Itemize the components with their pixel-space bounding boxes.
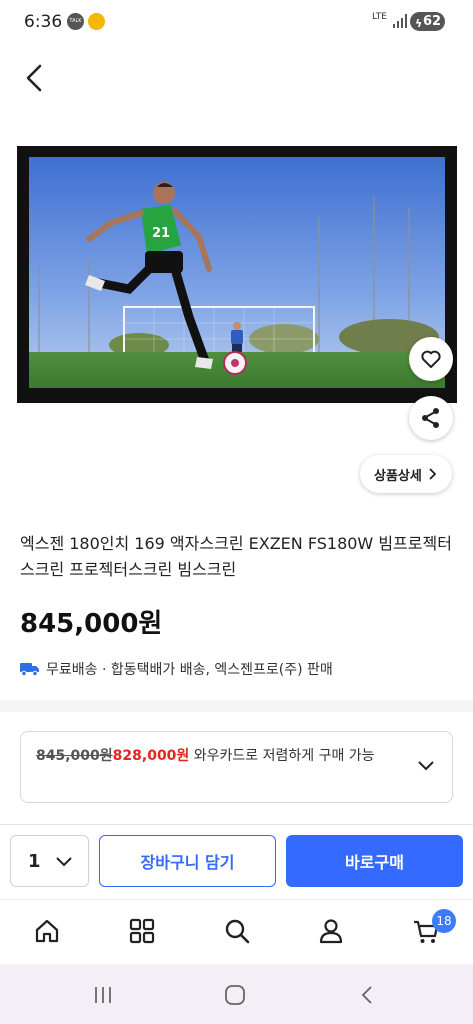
chevron-right-icon (429, 468, 437, 480)
heart-icon (421, 350, 441, 368)
purchase-bar-divider (0, 824, 473, 825)
share-icon (422, 408, 439, 428)
battery-level: 62 (423, 14, 442, 29)
recent-apps-button[interactable] (88, 982, 118, 1008)
chevron-down-icon (418, 761, 434, 771)
nav-search[interactable] (219, 913, 255, 949)
original-price: 845,000원 (36, 748, 113, 764)
search-icon (225, 919, 250, 944)
wishlist-button[interactable] (409, 337, 453, 381)
card-offer-message: 와우카드로 저렴하게 구매 가능 (189, 748, 375, 764)
network-type: LTE (372, 12, 387, 22)
chevron-down-icon (56, 857, 72, 867)
shipping-text: 무료배송 · 합동택배가 배송, 엑스젠프로(주) 판매 (46, 662, 333, 678)
nav-home[interactable] (29, 913, 65, 949)
charging-icon: ϟ (415, 17, 423, 30)
home-circle-icon (225, 985, 245, 1005)
svg-text:21: 21 (152, 226, 170, 241)
delivery-truck-icon (20, 663, 39, 677)
card-offer-text: 845,000원828,000원 와우카드로 저렴하게 구매 가능 (36, 746, 402, 766)
product-price: 845,000원 (20, 609, 163, 639)
nav-category[interactable] (124, 913, 160, 949)
section-divider (0, 700, 473, 712)
product-title: 엑스젠 180인치 169 액자스크린 EXZEN FS180W 빔프로젝터스크… (20, 534, 452, 579)
category-icon (129, 918, 155, 944)
home-icon (35, 919, 59, 943)
system-navigation-bar (0, 964, 473, 1024)
cart-count-badge: 18 (432, 909, 456, 933)
home-system-button[interactable] (220, 982, 250, 1008)
product-detail-label: 상품상세 (374, 468, 422, 484)
product-detail-button[interactable]: 상품상세 (360, 455, 452, 493)
signal-icon (393, 14, 407, 28)
discounted-price: 828,000원 (112, 748, 190, 764)
shipping-info: 무료배송 · 합동택배가 배송, 엑스젠프로(주) 판매 (20, 659, 333, 679)
status-time: 6:36 (24, 12, 63, 32)
soccer-scene: 21 (29, 157, 445, 388)
back-button[interactable] (20, 58, 52, 98)
notification-app-icon (88, 13, 105, 30)
back-chevron-icon (361, 986, 372, 1004)
back-arrow-icon (26, 64, 42, 92)
my-account-icon (319, 919, 343, 944)
recent-apps-icon (95, 987, 111, 1003)
bottom-nav-divider (0, 899, 473, 900)
kakaotalk-icon: TALK (67, 13, 84, 30)
share-button[interactable] (409, 396, 453, 440)
product-image[interactable]: 21 (17, 146, 457, 403)
quantity-select[interactable]: 1 (10, 835, 89, 887)
projector-screen-image: 21 (29, 157, 445, 388)
quantity-value: 1 (28, 850, 41, 872)
status-bar: 6:36 TALK LTE ϟ 62 (0, 0, 473, 44)
system-back-button[interactable] (353, 982, 383, 1008)
nav-my-account[interactable] (313, 913, 349, 949)
card-discount-offer[interactable]: 845,000원828,000원 와우카드로 저렴하게 구매 가능 (20, 731, 453, 803)
battery-indicator: ϟ 62 (410, 12, 445, 31)
buy-now-button[interactable]: 바로구매 (286, 835, 463, 887)
add-to-cart-button[interactable]: 장바구니 담기 (99, 835, 276, 887)
